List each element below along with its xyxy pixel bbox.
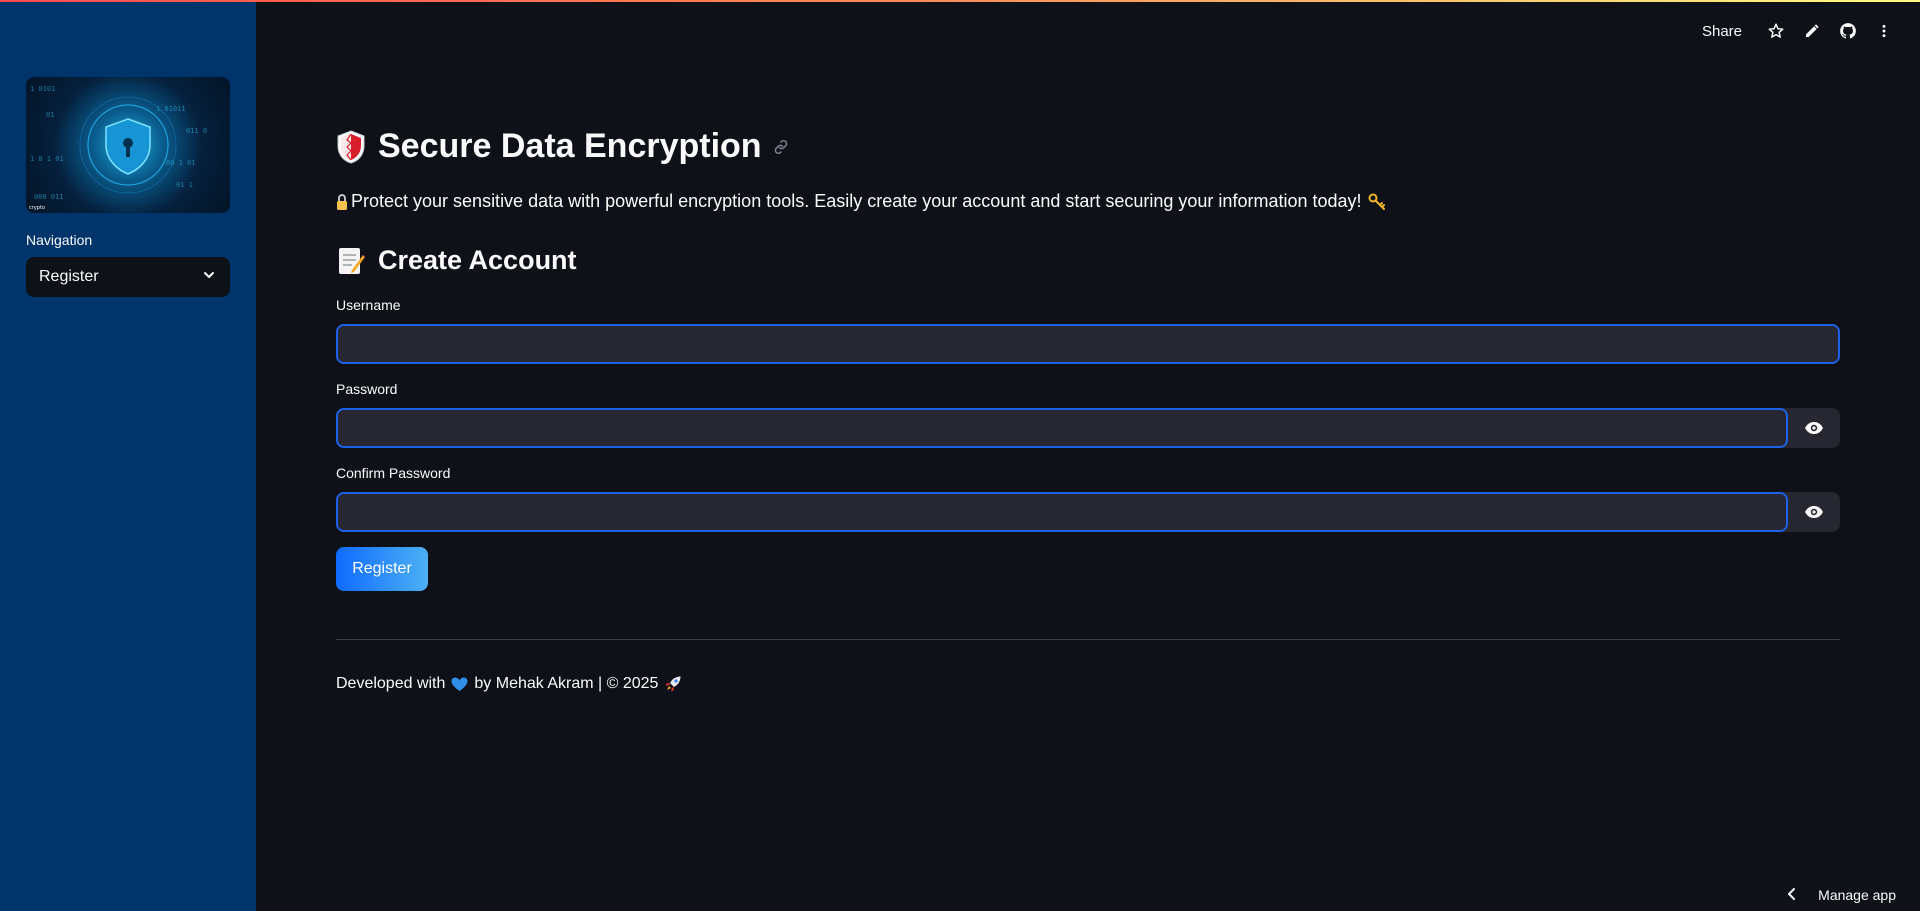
- pencil-icon[interactable]: [1794, 18, 1830, 44]
- top-decoration-bar: [0, 0, 1920, 2]
- more-vertical-icon[interactable]: [1866, 18, 1902, 44]
- svg-text:00 1 01: 00 1 01: [166, 159, 196, 167]
- section-title: Create Account: [336, 245, 577, 276]
- key-icon: [1368, 193, 1386, 211]
- page-title: Secure Data Encryption: [336, 127, 790, 166]
- username-label: Username: [336, 297, 401, 313]
- memo-icon: [336, 246, 366, 276]
- footer-prefix: Developed with: [336, 675, 446, 692]
- svg-text:01: 01: [46, 111, 54, 119]
- password-field[interactable]: [336, 408, 1788, 448]
- link-icon[interactable]: [772, 138, 790, 156]
- header-toolbar: Share: [1702, 18, 1902, 44]
- register-button[interactable]: Register: [336, 547, 428, 591]
- page-subtitle: Protect your sensitive data with powerfu…: [336, 191, 1386, 212]
- lock-icon: [336, 193, 348, 211]
- confirm-password-label: Confirm Password: [336, 465, 451, 481]
- password-field-wrapper: [336, 408, 1840, 448]
- footer-suffix: by Mehak Akram | © 2025: [474, 675, 659, 692]
- show-confirm-password-eye-icon[interactable]: [1788, 492, 1840, 532]
- github-icon[interactable]: [1830, 18, 1866, 44]
- chevron-down-icon: [202, 268, 216, 287]
- shield-icon: [336, 129, 366, 164]
- manage-app-label: Manage app: [1818, 887, 1896, 903]
- confirm-password-field[interactable]: [336, 492, 1788, 532]
- username-field-wrapper: [336, 324, 1840, 364]
- blue-heart-icon: [451, 677, 468, 692]
- manage-app-button[interactable]: Manage app: [1786, 883, 1896, 907]
- star-icon[interactable]: [1758, 18, 1794, 44]
- page-title-text: Secure Data Encryption: [378, 127, 762, 165]
- svg-text:1 01011: 1 01011: [156, 105, 186, 113]
- footer: Developed with by Mehak Akram | © 2025: [336, 675, 688, 693]
- svg-text:000 011: 000 011: [34, 193, 64, 201]
- svg-text:1 0101: 1 0101: [30, 85, 55, 93]
- navigation-label: Navigation: [26, 232, 93, 248]
- username-field[interactable]: [336, 324, 1840, 364]
- image-caption: crypto: [29, 205, 45, 211]
- footer-divider: [336, 639, 1840, 640]
- page-subtitle-text: Protect your sensitive data with powerfu…: [351, 191, 1362, 211]
- confirm-password-field-wrapper: [336, 492, 1840, 532]
- chevron-left-icon: [1786, 887, 1796, 904]
- svg-text:01 1: 01 1: [176, 181, 193, 189]
- rocket-icon: [664, 675, 682, 693]
- cyber-shield-image: 1 0101 1 0 1 01 1 01011 01 1 000 011 00 …: [26, 77, 230, 213]
- navigation-select[interactable]: Register: [26, 257, 230, 297]
- section-title-text: Create Account: [378, 245, 577, 275]
- share-button[interactable]: Share: [1702, 23, 1742, 40]
- navigation-selected-value: Register: [39, 268, 99, 285]
- sidebar: 1 0101 1 0 1 01 1 01011 01 1 000 011 00 …: [0, 0, 256, 911]
- password-label: Password: [336, 381, 398, 397]
- svg-text:1 0 1 01: 1 0 1 01: [30, 155, 64, 163]
- svg-text:011 0: 011 0: [186, 127, 207, 135]
- show-password-eye-icon[interactable]: [1788, 408, 1840, 448]
